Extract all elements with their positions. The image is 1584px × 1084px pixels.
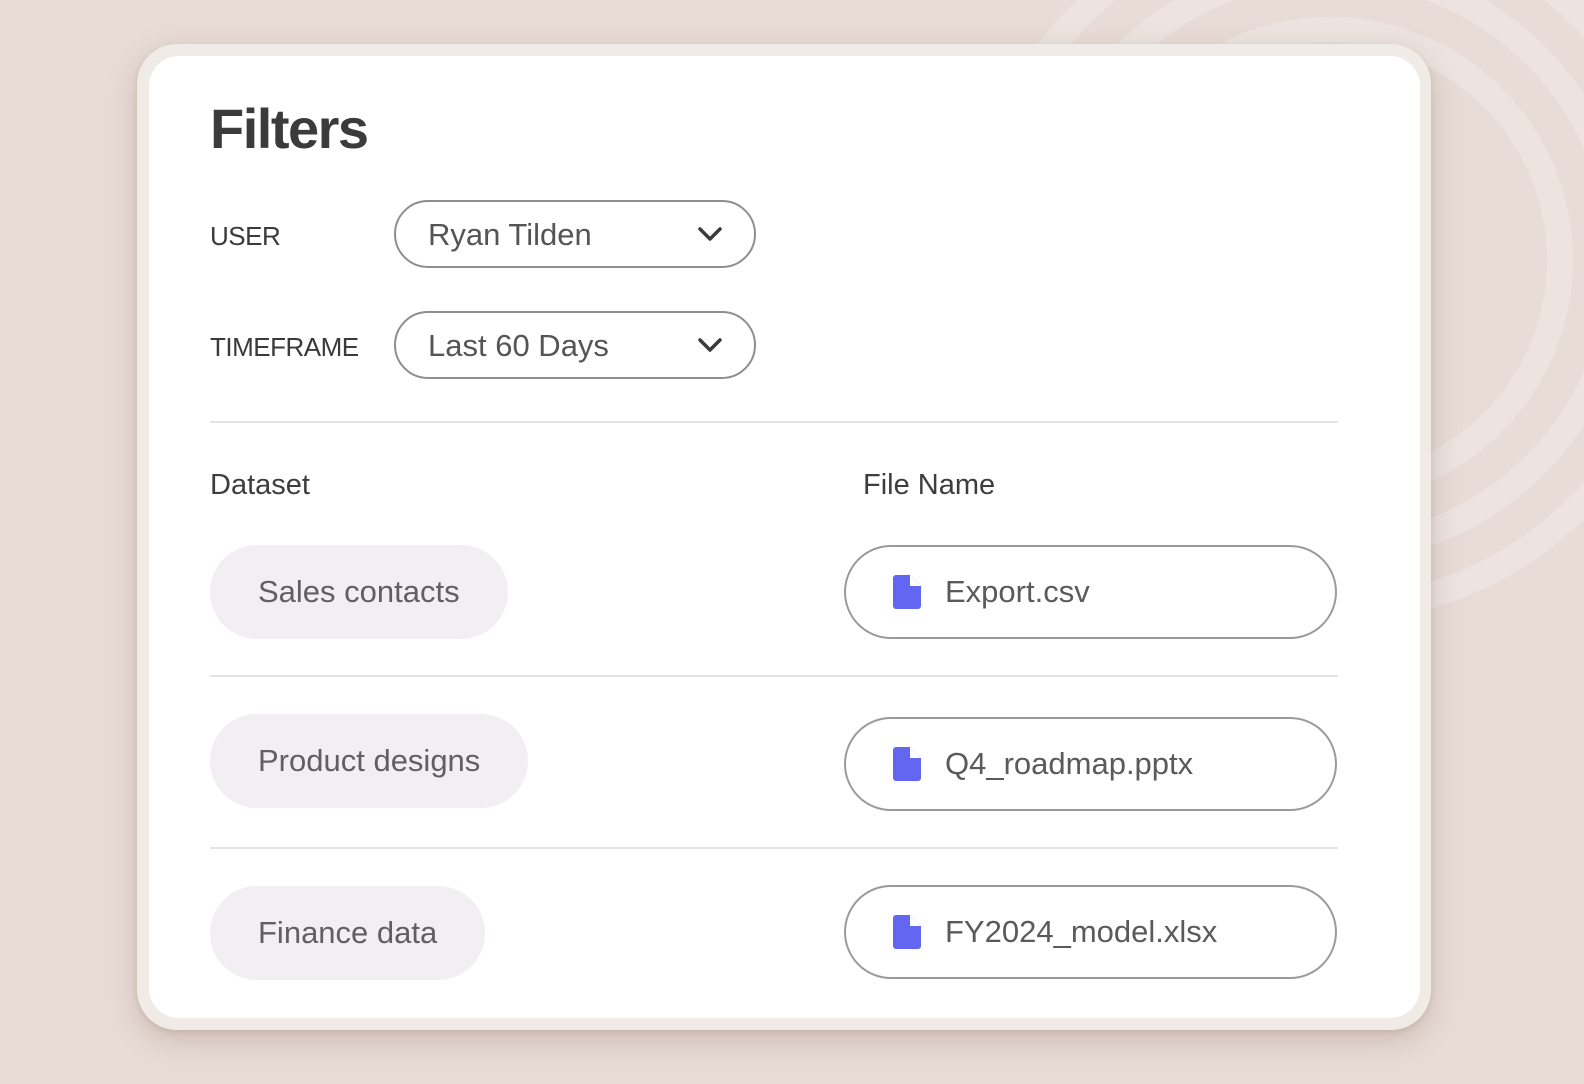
filters-panel: Filters USER Ryan Tilden TIMEFRAME Last … <box>149 56 1420 1018</box>
file-chip[interactable]: Export.csv <box>844 545 1337 639</box>
document-icon <box>893 915 921 949</box>
file-name: Q4_roadmap.pptx <box>945 746 1194 781</box>
dataset-column-header: Dataset <box>210 469 310 501</box>
user-filter-label: USER <box>210 221 281 251</box>
panel-title: Filters <box>210 97 369 160</box>
file-name-column-header: File Name <box>863 469 996 501</box>
file-name: FY2024_model.xlsx <box>945 914 1218 949</box>
file-chip[interactable]: FY2024_model.xlsx <box>844 885 1337 979</box>
file-name: Export.csv <box>945 574 1090 609</box>
divider <box>210 675 1338 677</box>
chevron-down-icon <box>698 227 722 241</box>
user-select-value: Ryan Tilden <box>428 217 592 252</box>
divider <box>210 847 1338 849</box>
divider <box>210 421 1338 423</box>
dataset-tag: Product designs <box>210 714 529 808</box>
file-chip[interactable]: Q4_roadmap.pptx <box>844 717 1337 811</box>
document-icon <box>893 575 921 609</box>
timeframe-select[interactable]: Last 60 Days <box>394 311 756 379</box>
dataset-tag: Sales contacts <box>210 545 508 639</box>
chevron-down-icon <box>698 338 722 352</box>
timeframe-select-value: Last 60 Days <box>428 328 609 363</box>
document-icon <box>893 747 921 781</box>
timeframe-filter-label: TIMEFRAME <box>210 332 359 362</box>
dataset-tag: Finance data <box>210 886 486 980</box>
user-select[interactable]: Ryan Tilden <box>394 200 756 268</box>
